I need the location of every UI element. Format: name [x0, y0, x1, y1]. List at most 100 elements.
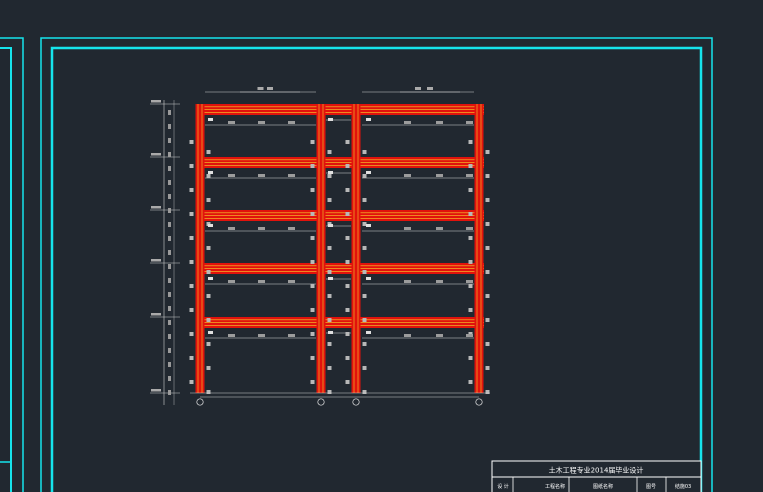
rebar-tag	[189, 212, 194, 216]
grid-axis-bubble	[317, 398, 325, 406]
span-label-mark	[366, 171, 371, 174]
rebar-tag	[468, 188, 473, 192]
section-mark	[466, 334, 473, 337]
rebar-tag	[327, 294, 332, 298]
structural-frame-elevation	[189, 104, 490, 394]
column	[316, 104, 326, 393]
level-text	[151, 206, 161, 209]
rebar-tag	[206, 270, 211, 274]
rebar-tag	[189, 236, 194, 240]
rebar-tag	[189, 332, 194, 336]
section-mark	[228, 174, 235, 177]
rebar-tag	[310, 212, 315, 216]
tb-label-design: 设 计	[497, 483, 509, 490]
rebar-tag	[206, 198, 211, 202]
span-label-mark	[366, 118, 371, 121]
span-label-mark	[366, 224, 371, 227]
span-label-mark	[208, 224, 213, 227]
rebar-tag	[327, 390, 332, 394]
rebar-tag	[468, 236, 473, 240]
tb-label-drawing: 图纸名称	[593, 483, 613, 490]
span-label-mark	[208, 277, 213, 280]
rebar-tag	[468, 140, 473, 144]
left-dim-text	[168, 348, 171, 353]
section-mark	[258, 174, 265, 177]
rebar-tag	[206, 318, 211, 322]
tb-label-sheet: 结施03	[675, 483, 691, 490]
rebar-tag	[345, 164, 350, 168]
rebar-tag	[310, 236, 315, 240]
section-mark	[404, 334, 411, 337]
level-text	[151, 259, 161, 262]
rebar-tag	[485, 150, 490, 154]
rebar-tag	[468, 356, 473, 360]
left-dim-text	[168, 208, 171, 213]
left-dim-text	[168, 152, 171, 157]
span-label-mark	[366, 331, 371, 334]
span-label-mark	[208, 118, 213, 121]
left-dim-text	[168, 180, 171, 185]
tb-label-project: 工程名称	[545, 483, 565, 490]
rebar-tag	[206, 390, 211, 394]
span-label-mark	[328, 118, 333, 121]
top-dim-text	[415, 87, 421, 90]
title-block: 土木工程专业2014届毕业设计 设 计 工程名称 图纸名称 图号 结施03	[491, 460, 702, 492]
section-mark	[466, 121, 473, 124]
rebar-tag	[485, 318, 490, 322]
rebar-tag	[485, 198, 490, 202]
grid-axis-markers	[196, 398, 483, 406]
rebar-tag	[485, 294, 490, 298]
left-dim-text	[168, 278, 171, 283]
rebar-tag	[345, 284, 350, 288]
rebar-tag	[345, 260, 350, 264]
rebar-tag	[310, 164, 315, 168]
rebar-tag	[310, 140, 315, 144]
rebar-tag	[189, 260, 194, 264]
rebar-tag	[310, 332, 315, 336]
grid-axis-bubble	[352, 398, 360, 406]
top-dim-text	[267, 87, 273, 90]
left-dim-text	[168, 292, 171, 297]
rebar-tag	[327, 270, 332, 274]
rebar-tag	[327, 150, 332, 154]
left-dim-text	[168, 250, 171, 255]
span-label-mark	[208, 171, 213, 174]
rebar-tag	[310, 380, 315, 384]
left-dim-text	[168, 110, 171, 115]
left-dim-text	[168, 390, 171, 395]
rebar-tag	[345, 308, 350, 312]
rebar-tag	[345, 236, 350, 240]
rebar-tag	[345, 332, 350, 336]
left-dim-text	[168, 264, 171, 269]
cad-drawing-canvas[interactable]: 土木工程专业2014届毕业设计 设 计 工程名称 图纸名称 图号 结施03	[0, 0, 763, 492]
rebar-tag	[485, 366, 490, 370]
section-mark	[466, 280, 473, 283]
section-mark	[258, 121, 265, 124]
section-mark	[436, 174, 443, 177]
rebar-tag	[327, 174, 332, 178]
section-mark	[404, 227, 411, 230]
section-mark	[228, 280, 235, 283]
level-text	[151, 153, 161, 156]
rebar-tag	[485, 390, 490, 394]
rebar-tag	[485, 270, 490, 274]
section-mark	[466, 174, 473, 177]
rebar-tag	[206, 294, 211, 298]
rebar-tag	[189, 140, 194, 144]
rebar-tag	[468, 212, 473, 216]
grid-axis-bubble	[475, 398, 483, 406]
section-mark	[258, 227, 265, 230]
rebar-tag	[362, 222, 367, 226]
rebar-tag	[468, 284, 473, 288]
rebar-tag	[362, 294, 367, 298]
rebar-tag	[345, 212, 350, 216]
rebar-tag	[206, 174, 211, 178]
rebar-tag	[345, 380, 350, 384]
section-mark	[288, 334, 295, 337]
rebar-tag	[362, 246, 367, 250]
section-mark	[288, 227, 295, 230]
level-text	[151, 313, 161, 316]
column	[351, 104, 361, 393]
section-mark	[288, 280, 295, 283]
rebar-tag	[206, 366, 211, 370]
